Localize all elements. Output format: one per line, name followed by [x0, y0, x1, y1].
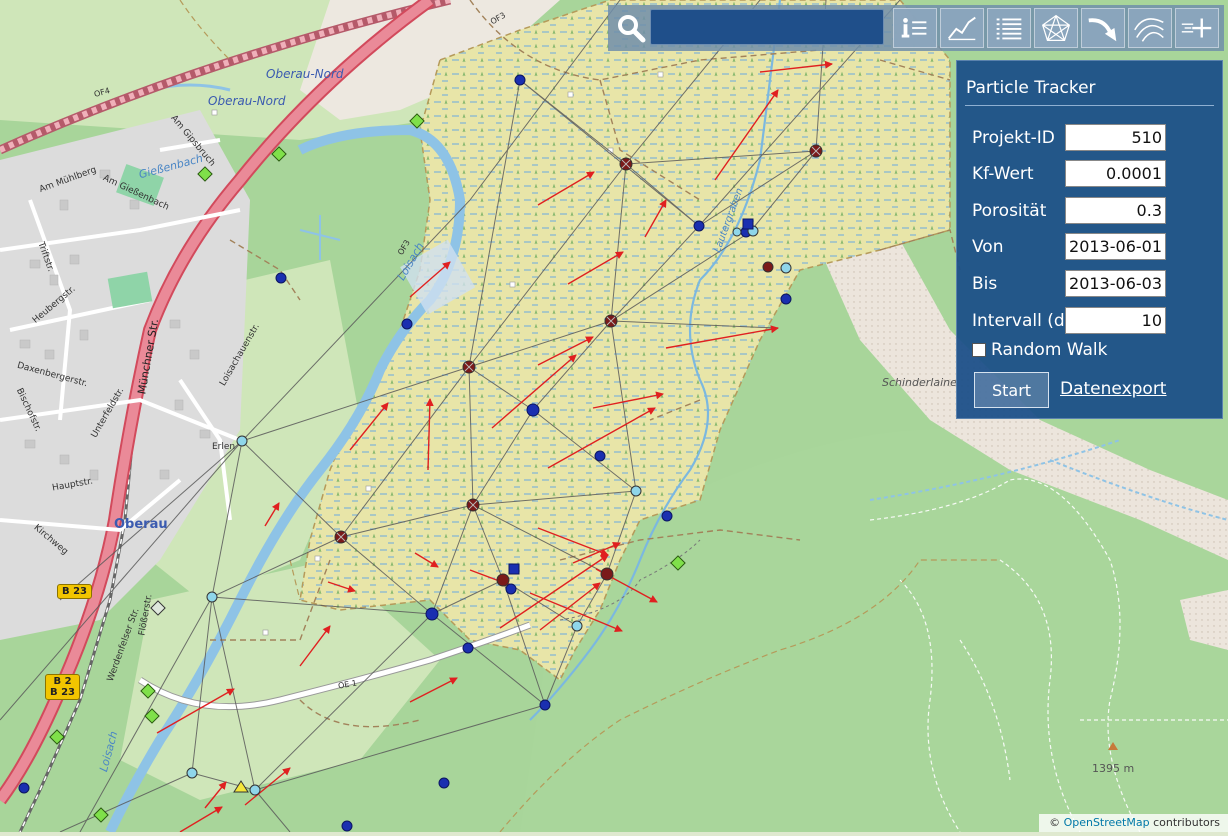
streamlines-button[interactable] — [1128, 8, 1172, 48]
curved-arrow-icon — [1088, 18, 1117, 42]
mesh-button[interactable] — [1034, 8, 1078, 48]
list-button[interactable] — [987, 8, 1031, 48]
intervall-label: Intervall (d) — [972, 311, 1072, 331]
line-chart-button[interactable] — [940, 8, 984, 48]
bis-label: Bis — [972, 274, 998, 294]
attribution-suffix: contributors — [1153, 816, 1220, 829]
streamlines-icon — [1134, 18, 1164, 42]
search-input[interactable] — [650, 9, 884, 45]
random-walk-label: Random Walk — [991, 340, 1108, 360]
datenexport-link[interactable]: Datenexport — [1060, 379, 1166, 399]
openstreetmap-link[interactable]: OpenStreetMap — [1064, 816, 1150, 829]
road-sign-b23: B 23 — [57, 584, 93, 599]
random-walk-checkbox[interactable] — [972, 343, 986, 357]
search-icon[interactable] — [614, 11, 648, 45]
copyright-symbol: © — [1049, 816, 1061, 829]
von-date-input[interactable] — [1065, 233, 1166, 260]
kf-wert-input[interactable] — [1065, 160, 1166, 187]
intervall-input[interactable] — [1065, 307, 1166, 334]
map-attribution: © OpenStreetMap contributors — [1039, 814, 1228, 832]
porositaet-label: Porosität — [972, 201, 1047, 221]
map-toolbar — [608, 5, 1224, 51]
add-particle-button[interactable] — [1175, 8, 1219, 48]
info-list-button[interactable] — [893, 8, 937, 48]
panel-title: Particle Tracker — [966, 78, 1096, 98]
triangle-mesh-icon — [1041, 14, 1071, 41]
road-sign-b2-b23: B 2B 23 — [45, 674, 81, 700]
projekt-id-label: Projekt-ID — [972, 128, 1055, 148]
projekt-id-input[interactable] — [1065, 124, 1166, 151]
particle-add-icon — [1181, 18, 1212, 38]
porositaet-input[interactable] — [1065, 197, 1166, 224]
info-list-icon — [901, 18, 927, 38]
von-label: Von — [972, 237, 1004, 257]
flow-arrow-button[interactable] — [1081, 8, 1125, 48]
bis-date-input[interactable] — [1065, 270, 1166, 297]
kf-wert-label: Kf-Wert — [972, 164, 1034, 184]
divider — [965, 105, 1214, 106]
list-icon — [996, 18, 1022, 40]
particle-tracker-panel: Particle Tracker Projekt-ID Kf-Wert Poro… — [956, 60, 1223, 419]
start-button[interactable]: Start — [974, 372, 1049, 408]
line-chart-icon — [947, 16, 976, 41]
